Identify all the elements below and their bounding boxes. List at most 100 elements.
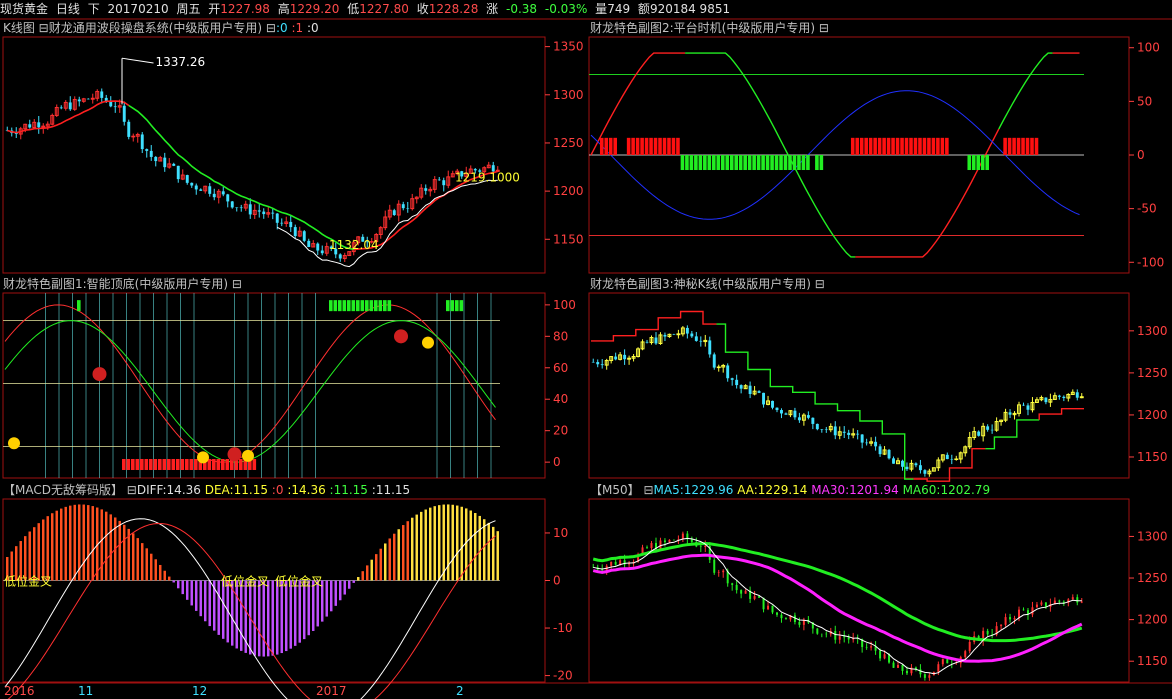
macd-histogram-bar	[388, 538, 391, 581]
kline-candle-body	[90, 97, 95, 100]
ma-panel-title: 【M50】 ⊟MA5:1229.96 AA:1229.14 MA30:1201.…	[590, 482, 1170, 498]
sub1-top-block	[455, 300, 459, 312]
kline-candle-body	[235, 207, 239, 208]
sub3-candle-body	[1022, 404, 1025, 406]
macd-histogram-bar	[361, 571, 364, 581]
macd-diff-value: 14.36	[166, 483, 201, 497]
kline-candle-body	[293, 227, 297, 237]
sub3-candle-body	[748, 385, 752, 394]
sub2-green-block	[703, 155, 707, 171]
macd-histogram-bar	[402, 525, 405, 581]
sub2-green-block	[729, 155, 734, 171]
sub2-red-block	[1003, 137, 1007, 155]
kline-candle-body	[338, 254, 342, 259]
macd-histogram-bar	[411, 517, 414, 581]
sub2-red-block	[891, 137, 895, 155]
sub3-candle-body	[860, 434, 864, 443]
macd-title-text[interactable]: 【MACD无敌筹码版】 ⊟	[3, 483, 137, 497]
sub2-panel-title[interactable]: 财龙特色副图2:平台时机(中级版用户专用) ⊟	[590, 20, 1130, 36]
sub1-top-block	[329, 300, 333, 312]
macd-histogram-bar	[307, 580, 310, 636]
ma-frame	[588, 498, 1130, 683]
macd-value-5: :11.15	[329, 483, 368, 497]
sub1-bottom-block	[221, 458, 225, 470]
sub3-candle-body	[842, 431, 846, 433]
kline-candle-body	[230, 201, 234, 208]
sub3-panel-title[interactable]: 财龙特色副图3:神秘K线(中级版用户专用) ⊟	[590, 276, 1130, 292]
macd-histogram-bar	[262, 580, 265, 657]
macd-histogram-bar	[276, 580, 279, 655]
macd-histogram-bar	[109, 514, 112, 581]
kline-candle-body	[68, 102, 72, 110]
sub1-bottom-block	[131, 458, 135, 470]
sub2-green-block	[815, 155, 819, 171]
macd-dea-value: 11.15	[233, 483, 268, 497]
sub2-green-block	[743, 155, 747, 171]
kline-candle-body	[392, 210, 396, 216]
sub1-panel-title[interactable]: 财龙特色副图1:智能顶底(中级版用户专用) ⊟	[3, 276, 583, 292]
sub2-axis-label: 50	[1137, 94, 1152, 108]
macd-histogram-bar	[456, 505, 459, 581]
sub3-candle-body	[690, 333, 694, 337]
sub3-band-green2	[985, 419, 1040, 450]
sub1-top-block	[351, 300, 356, 312]
sub3-candle-body	[1057, 395, 1061, 397]
kline-candle-body	[86, 98, 90, 100]
sub3-candle-body	[780, 410, 783, 414]
kline-candle-body	[221, 191, 225, 195]
kline-title-text[interactable]: K线图 ⊟财龙通用波段操盘系统(中级版用户专用) ⊟	[3, 21, 276, 35]
date-tick-11: 11	[78, 684, 94, 698]
ma-title-text[interactable]: 【M50】 ⊟	[590, 483, 654, 497]
sub3-candle-body	[762, 392, 766, 405]
sub2-green-block	[779, 155, 783, 171]
macd-histogram-bar	[172, 580, 175, 583]
macd-diff-label: DIFF:	[136, 483, 167, 497]
kline-high-leader	[121, 57, 154, 64]
ma60-line	[592, 541, 1083, 643]
sub3-candle-body	[824, 429, 828, 430]
sub1-bottom-block	[167, 458, 171, 470]
sub1-top-block	[459, 300, 464, 312]
sub2-red-block	[1021, 137, 1025, 155]
sub3-candle-body	[694, 336, 698, 341]
sub2-green-block	[685, 155, 689, 171]
kline-candle-body	[442, 180, 446, 186]
macd-histogram-bar	[478, 515, 481, 581]
sub1-top-block	[342, 300, 347, 312]
sub2-red-block	[658, 137, 662, 155]
sub3-candle-body	[874, 441, 878, 447]
macd-histogram-bar	[474, 513, 477, 581]
sub1-top-block	[374, 300, 378, 312]
sub2-green-block	[801, 155, 806, 171]
sub3-candle-body	[685, 327, 689, 334]
sub1-axis-label: 40	[553, 392, 568, 406]
sub1-slow-line	[4, 320, 496, 463]
sub1-signal-circle	[92, 367, 107, 382]
kline-counter-2: :0	[307, 21, 319, 35]
sub1-bottom-block	[122, 458, 126, 470]
macd-annotation-golden-cross-3: 低位金叉	[275, 573, 323, 588]
kline-axis-label: 1150	[553, 232, 584, 246]
kline-candle-body	[59, 107, 63, 109]
sub3-candle-body	[820, 429, 824, 430]
sub3-candle-body	[730, 378, 734, 380]
macd-histogram-bar	[190, 580, 193, 606]
macd-histogram-bar	[366, 565, 369, 581]
sub2-red-block	[913, 137, 918, 155]
macd-histogram-bar	[433, 506, 436, 581]
sub2-green-block	[761, 155, 765, 171]
sub1-bottom-block	[140, 458, 144, 470]
sub1-bottom-block	[216, 458, 221, 470]
sub2-red-block	[649, 137, 653, 155]
macd-histogram-bar	[325, 580, 328, 617]
sub1-axis-label: 0	[553, 455, 561, 469]
macd-histogram-bar	[258, 580, 261, 657]
chart-canvas[interactable]: 135013001250120011501337.261132.041219.1…	[0, 0, 1172, 699]
macd-histogram-bar	[285, 580, 288, 652]
sub2-green-block	[756, 155, 761, 171]
sub3-candle-body	[1008, 412, 1012, 415]
sub2-red-block	[936, 137, 940, 155]
macd-histogram-bar	[442, 504, 445, 581]
sub1-bottom-block	[176, 458, 180, 470]
macd-histogram-bar	[46, 516, 49, 581]
